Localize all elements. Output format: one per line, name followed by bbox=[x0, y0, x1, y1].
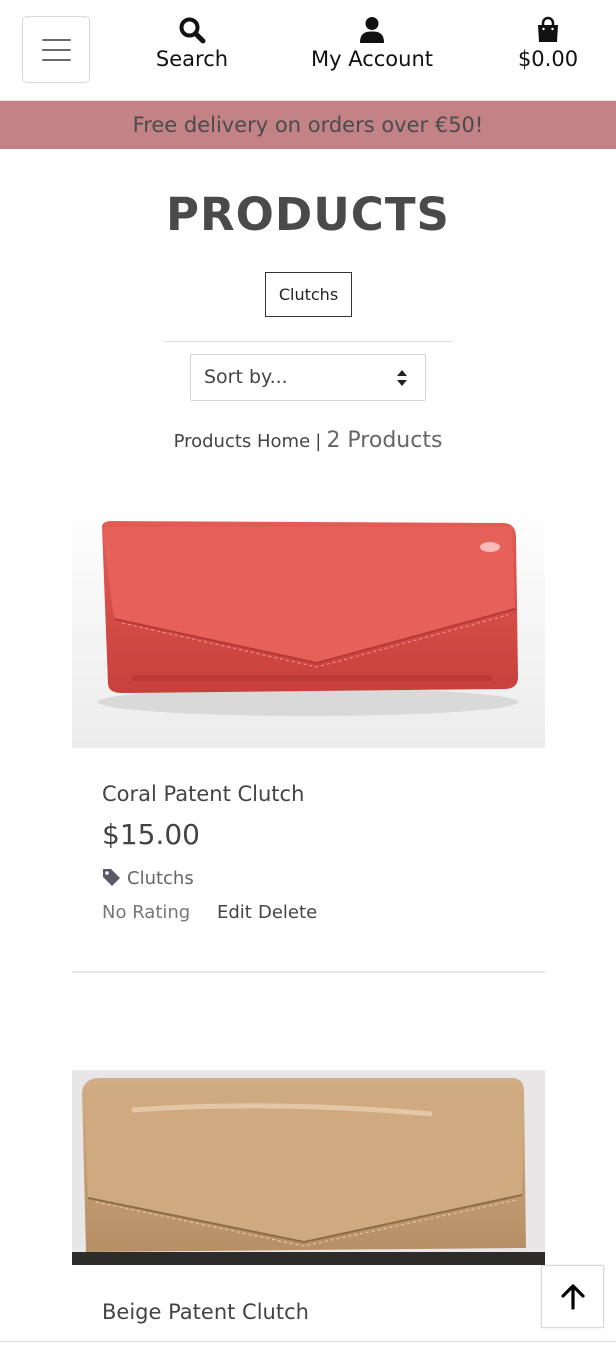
delete-product-link[interactable]: Delete bbox=[258, 902, 317, 923]
product-name[interactable]: Beige Patent Clutch bbox=[102, 1300, 309, 1324]
search-label: Search bbox=[155, 47, 229, 71]
product-category-label: Clutchs bbox=[127, 868, 194, 889]
page-title: PRODUCTS bbox=[166, 188, 450, 241]
bag-total: $0.00 bbox=[517, 47, 579, 71]
product-rating: No Rating bbox=[102, 902, 191, 923]
results-summary: Products Home | 2 Products bbox=[0, 428, 616, 453]
product-image-coral-clutch[interactable] bbox=[72, 497, 545, 748]
product-category-link[interactable]: Clutchs bbox=[102, 868, 194, 889]
hamburger-menu-button[interactable] bbox=[22, 16, 90, 83]
product-price: $15.00 bbox=[102, 818, 200, 851]
edit-product-link[interactable]: Edit bbox=[217, 902, 252, 923]
sort-select-value: Sort by... bbox=[204, 366, 288, 388]
shopping-bag-nav-link[interactable]: $0.00 bbox=[500, 16, 596, 71]
free-delivery-banner: Free delivery on orders over €50! bbox=[0, 101, 616, 149]
sort-caret-icon bbox=[397, 370, 407, 386]
hamburger-line bbox=[42, 49, 71, 51]
tag-icon bbox=[103, 869, 120, 886]
viewport-bottom-divider bbox=[0, 1341, 616, 1342]
product-divider bbox=[72, 971, 545, 973]
products-home-link[interactable]: Products Home bbox=[174, 431, 311, 452]
top-navbar: Search My Account $0.00 bbox=[0, 0, 616, 101]
back-to-top-button[interactable] bbox=[541, 1265, 604, 1328]
product-name[interactable]: Coral Patent Clutch bbox=[102, 782, 304, 806]
results-separator: | bbox=[315, 431, 322, 452]
sort-select[interactable]: Sort by... bbox=[190, 354, 426, 401]
hamburger-line bbox=[42, 59, 71, 61]
search-icon bbox=[179, 17, 206, 44]
product-image-beige-clutch[interactable] bbox=[72, 1070, 545, 1265]
category-filter-badge[interactable]: Clutchs bbox=[265, 272, 352, 317]
divider bbox=[164, 341, 453, 342]
arrow-up-icon bbox=[561, 1284, 585, 1310]
shopping-bag-icon bbox=[538, 16, 558, 42]
user-icon bbox=[360, 17, 384, 43]
coral-clutch-photo bbox=[72, 497, 545, 748]
search-nav-link[interactable]: Search bbox=[140, 16, 244, 71]
hamburger-menu-icon bbox=[42, 39, 71, 41]
my-account-label: My Account bbox=[310, 47, 433, 71]
my-account-nav-link[interactable]: My Account bbox=[296, 16, 448, 71]
product-count: 2 Products bbox=[326, 428, 443, 453]
beige-clutch-photo bbox=[72, 1070, 545, 1265]
